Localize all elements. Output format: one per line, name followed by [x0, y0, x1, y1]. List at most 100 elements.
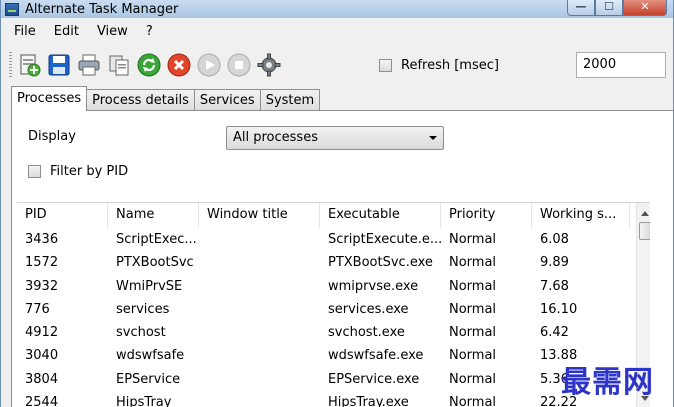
table-row[interactable]: 2544 HipsTray HipsTray.exe Normal 22.22 — [17, 391, 630, 407]
cell-name: EPService — [116, 371, 181, 387]
save-icon[interactable] — [46, 52, 72, 78]
table-row[interactable]: 4912 svchost svchost.exe Normal 6.42 — [17, 321, 630, 344]
refresh-icon[interactable] — [136, 52, 162, 78]
print-icon[interactable] — [76, 52, 102, 78]
cell-window-title — [199, 368, 320, 391]
scroll-up-icon[interactable] — [641, 211, 649, 216]
tab-system[interactable]: System — [259, 89, 321, 111]
cell-executable: EPService.exe — [328, 371, 420, 387]
minimize-icon: — — [575, 0, 587, 13]
display-dropdown[interactable]: All processes — [226, 126, 444, 150]
cell-priority: Normal — [449, 232, 497, 247]
cell-pid: 3804 — [25, 371, 59, 387]
refresh-interval-input[interactable]: 2000 — [576, 52, 666, 78]
cell-priority: Normal — [449, 325, 497, 341]
column-header-name[interactable]: Name — [108, 203, 199, 228]
table-row[interactable]: 3436 ScriptExec... ScriptExecute.e... Norma… — [17, 228, 630, 251]
cell-executable: wdswfsafe.exe — [328, 348, 424, 364]
table-row[interactable]: 3804 EPService EPService.exe Normal 5.36 — [17, 368, 630, 391]
tab-processes[interactable]: Processes — [11, 86, 88, 111]
cell-window-title — [199, 344, 320, 367]
cell-window-title — [199, 251, 320, 274]
close-icon: ✕ — [640, 0, 650, 13]
display-dropdown-value: All processes — [233, 130, 318, 145]
table-row[interactable]: 3040 wdswfsafe wdswfsafe.exe Normal 13.88 — [17, 344, 630, 367]
cell-name: services — [116, 301, 170, 317]
cell-executable: HipsTray.exe — [328, 395, 409, 407]
cell-working-set: 6.42 — [540, 325, 569, 341]
cell-executable: ScriptExecute.e... — [328, 232, 441, 247]
cell-name: wdswfsafe — [116, 348, 185, 364]
column-header-working-set[interactable]: Working s... — [532, 203, 630, 228]
menu-view[interactable]: View — [88, 24, 137, 39]
filter-by-pid-label: Filter by PID — [50, 164, 129, 179]
window-controls: — ☐ ✕ — [567, 0, 667, 16]
task-manager-window: Alternate Task Manager — ☐ ✕ File Edit V… — [0, 0, 674, 407]
menu-bar: File Edit View ? — [1, 20, 673, 42]
cell-priority: Normal — [449, 348, 497, 364]
title-bar[interactable]: Alternate Task Manager — ☐ ✕ — [1, 0, 673, 18]
cell-window-title — [199, 228, 320, 251]
cell-executable: PTXBootSvc.exe — [328, 255, 433, 271]
app-icon — [5, 2, 19, 16]
cell-window-title — [199, 321, 320, 344]
refresh-toggle[interactable]: Refresh [msec] — [379, 58, 499, 73]
cell-pid: 2544 — [25, 395, 59, 407]
refresh-label: Refresh [msec] — [401, 58, 499, 73]
table-header: PID Name Window title Executable Priorit… — [17, 203, 630, 228]
menu-help[interactable]: ? — [137, 24, 162, 39]
close-button[interactable]: ✕ — [623, 0, 667, 16]
minimize-button[interactable]: — — [567, 0, 595, 16]
cell-priority: Normal — [449, 371, 497, 387]
cell-executable: wmiprvse.exe — [328, 278, 419, 294]
scrollbar-thumb[interactable] — [639, 222, 650, 240]
cell-working-set: 9.89 — [540, 255, 569, 271]
column-header-priority[interactable]: Priority — [441, 203, 532, 228]
table-row[interactable]: 3932 WmiPrvSE wmiprvse.exe Normal 7.68 — [17, 275, 630, 298]
kill-icon[interactable] — [166, 52, 192, 78]
cell-window-title — [199, 298, 320, 321]
tab-services[interactable]: Services — [193, 89, 261, 111]
column-header-executable[interactable]: Executable — [320, 203, 441, 228]
maximize-button[interactable]: ☐ — [595, 0, 623, 16]
toolbar: Refresh [msec] 2000 — [1, 44, 673, 86]
suspend-icon[interactable] — [226, 52, 252, 78]
cell-executable: services.exe — [328, 301, 409, 317]
copy-icon[interactable] — [106, 52, 132, 78]
toolbar-grip[interactable] — [9, 52, 12, 78]
filter-by-pid-checkbox[interactable] — [28, 165, 41, 178]
table-body: 3436 ScriptExec... ScriptExecute.e... Norma… — [17, 228, 630, 407]
filter-by-pid[interactable]: Filter by PID — [28, 164, 128, 179]
settings-icon[interactable] — [256, 52, 282, 78]
process-table: PID Name Window title Executable Priorit… — [17, 202, 650, 407]
window-title: Alternate Task Manager — [25, 1, 179, 17]
menu-edit[interactable]: Edit — [45, 24, 88, 39]
cell-pid: 776 — [25, 301, 50, 317]
cell-name: WmiPrvSE — [116, 278, 183, 294]
column-header-window-title[interactable]: Window title — [199, 203, 320, 228]
cell-name: PTXBootSvc — [116, 255, 194, 271]
tab-process-details[interactable]: Process details — [86, 89, 195, 111]
cell-window-title — [199, 275, 320, 298]
table-row[interactable]: 1572 PTXBootSvc PTXBootSvc.exe Normal 9.89 — [17, 251, 630, 274]
column-header-pid[interactable]: PID — [17, 203, 108, 228]
display-label: Display — [28, 129, 76, 144]
cell-name: svchost — [116, 325, 166, 341]
cell-name: HipsTray — [116, 395, 172, 407]
cell-priority: Normal — [449, 255, 497, 271]
cell-priority: Normal — [449, 301, 497, 317]
cell-working-set: 7.68 — [540, 278, 569, 294]
cell-executable: svchost.exe — [328, 325, 405, 341]
refresh-checkbox[interactable] — [379, 59, 392, 72]
resume-icon[interactable] — [196, 52, 222, 78]
new-process-icon[interactable] — [16, 52, 42, 78]
cell-pid: 3040 — [25, 348, 59, 364]
cell-pid: 3436 — [25, 232, 59, 247]
cell-window-title — [199, 391, 320, 407]
cell-working-set: 16.10 — [540, 301, 578, 317]
table-row[interactable]: 776 services services.exe Normal 16.10 — [17, 298, 630, 321]
maximize-icon: ☐ — [604, 0, 614, 13]
watermark: 最需网 — [561, 365, 654, 400]
cell-priority: Normal — [449, 395, 497, 407]
menu-file[interactable]: File — [5, 24, 45, 39]
